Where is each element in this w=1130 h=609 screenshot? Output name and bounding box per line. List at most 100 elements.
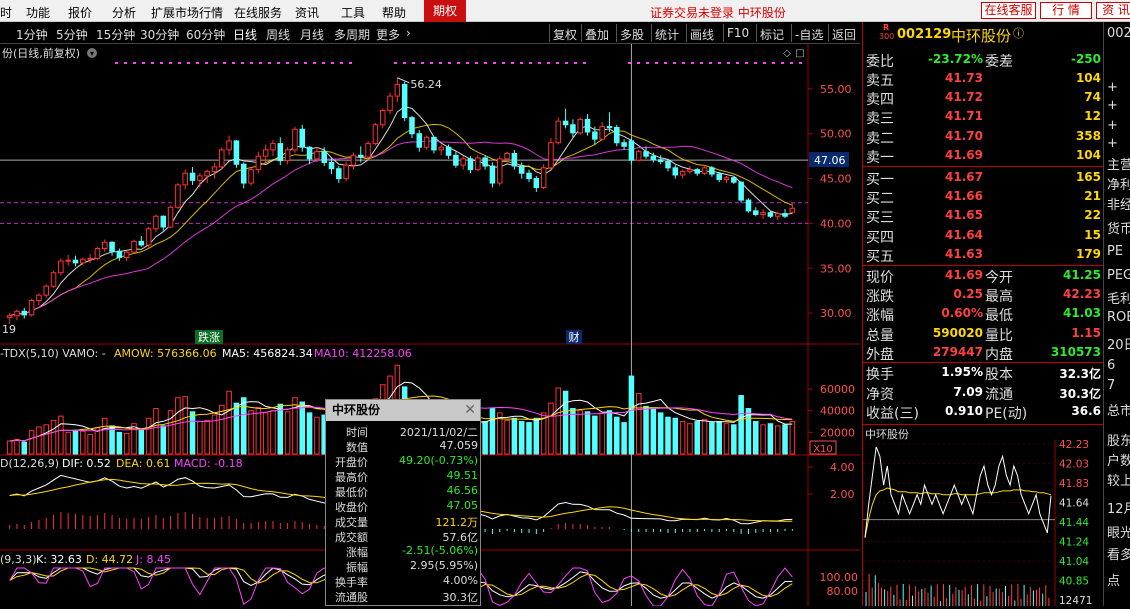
volume-bar[interactable] [577,410,583,455]
volume-bar[interactable] [606,410,613,455]
candle-body[interactable] [621,142,627,147]
volume-bar[interactable] [262,412,269,455]
volume-bar[interactable] [753,421,759,455]
candle-body[interactable] [760,212,766,215]
options-button[interactable]: 期权 [424,0,466,22]
candle-body[interactable] [731,177,737,183]
volume-bar[interactable] [665,416,671,455]
volume-bar[interactable] [233,402,240,455]
far-right-item[interactable]: 7 [1107,378,1115,393]
volume-bar[interactable] [511,417,518,455]
far-right-item[interactable]: PE [1107,244,1123,259]
tab-weekly[interactable]: 周线 [266,26,290,43]
candle-body[interactable] [665,161,671,169]
volume-bar[interactable] [226,390,232,455]
candle-body[interactable] [475,157,481,171]
candle-body[interactable] [753,210,759,215]
volume-bar[interactable] [43,424,49,455]
volume-bar[interactable] [570,408,576,455]
volume-bar[interactable] [58,415,64,455]
candle-body[interactable] [496,158,503,184]
volume-bar[interactable] [650,408,657,455]
candle-body[interactable] [14,310,20,317]
volume-bar[interactable] [36,426,42,455]
volume-bar[interactable] [87,434,93,455]
candle-body[interactable] [504,152,510,160]
volume-bar[interactable] [306,412,313,455]
candle-body[interactable] [160,215,167,228]
candle-body[interactable] [453,154,459,166]
tab-5min[interactable]: 5分钟 [56,26,88,43]
menu-item-time[interactable]: 时 [0,4,12,21]
candle-body[interactable] [336,168,342,180]
candle-body[interactable] [314,151,320,160]
volume-bar[interactable] [94,427,101,455]
candle-body[interactable] [72,259,79,264]
candle-body[interactable] [635,151,642,161]
menu-item-quote[interactable]: 报价 [68,4,92,21]
volume-bar[interactable] [109,425,115,455]
volume-bar[interactable] [694,421,701,455]
candle-body[interactable] [650,155,657,161]
candle-body[interactable] [716,173,722,180]
candle-body[interactable] [255,155,262,171]
candle-body[interactable] [745,199,752,212]
candle-body[interactable] [511,152,518,167]
volume-bar[interactable] [72,429,79,455]
candle-body[interactable] [321,151,327,163]
far-right-item[interactable]: 较上 [1107,470,1130,489]
info-icon[interactable]: ⓘ [1013,25,1024,41]
far-right-item[interactable]: PEG [1107,268,1130,283]
candle-body[interactable] [540,167,547,189]
candle-body[interactable] [262,149,269,157]
volume-bar[interactable] [175,397,181,455]
volume-bar[interactable] [628,375,635,455]
candle-body[interactable] [58,260,64,274]
volume-bar[interactable] [299,401,306,455]
adjust-button[interactable]: 复权 [553,26,577,43]
candle-body[interactable] [643,151,649,157]
candle-body[interactable] [219,149,225,168]
tab-monthly[interactable]: 月线 [300,26,324,43]
candle-body[interactable] [555,120,562,144]
tab-60min[interactable]: 60分钟 [186,26,225,43]
volume-bar[interactable] [716,421,722,455]
candle-body[interactable] [233,140,240,165]
volume-bar[interactable] [160,425,167,455]
candle-body[interactable] [489,165,496,184]
candle-body[interactable] [526,172,532,180]
candle-body[interactable] [145,228,152,246]
candle-body[interactable] [365,143,371,158]
candle-body[interactable] [123,251,130,258]
far-right-item[interactable]: + [1107,118,1118,133]
candle-body[interactable] [738,181,744,201]
candle-body[interactable] [694,169,701,174]
candle-body[interactable] [687,169,693,172]
far-right-item[interactable]: 货币 [1107,218,1130,237]
candle-body[interactable] [701,167,708,174]
volume-bar[interactable] [723,423,730,455]
candle-body[interactable] [299,128,306,148]
tab-daily[interactable]: 日线 [233,26,257,43]
volume-bar[interactable] [138,429,145,455]
candle-body[interactable] [614,126,620,144]
volume-bar[interactable] [738,395,744,455]
volume-bar[interactable] [65,431,71,455]
far-right-item[interactable]: 看多 [1107,544,1130,563]
volume-bar[interactable] [116,431,123,455]
candle-body[interactable] [65,259,71,262]
volume-bar[interactable] [584,411,591,455]
far-right-item[interactable]: 眼光 [1107,522,1130,541]
menu-item-tools[interactable]: 工具 [341,4,365,21]
volume-bar[interactable] [731,424,737,455]
menu-item-help[interactable]: 帮助 [382,4,406,21]
volume-bar[interactable] [504,419,510,455]
candle-body[interactable] [533,178,540,189]
candle-body[interactable] [101,241,108,250]
volume-bar[interactable] [219,404,225,455]
far-right-item[interactable]: 点 [1107,570,1120,589]
candle-body[interactable] [167,206,174,228]
volume-bar[interactable] [635,392,642,455]
far-right-item[interactable]: 002 [1107,26,1130,41]
candle-body[interactable] [328,161,335,170]
